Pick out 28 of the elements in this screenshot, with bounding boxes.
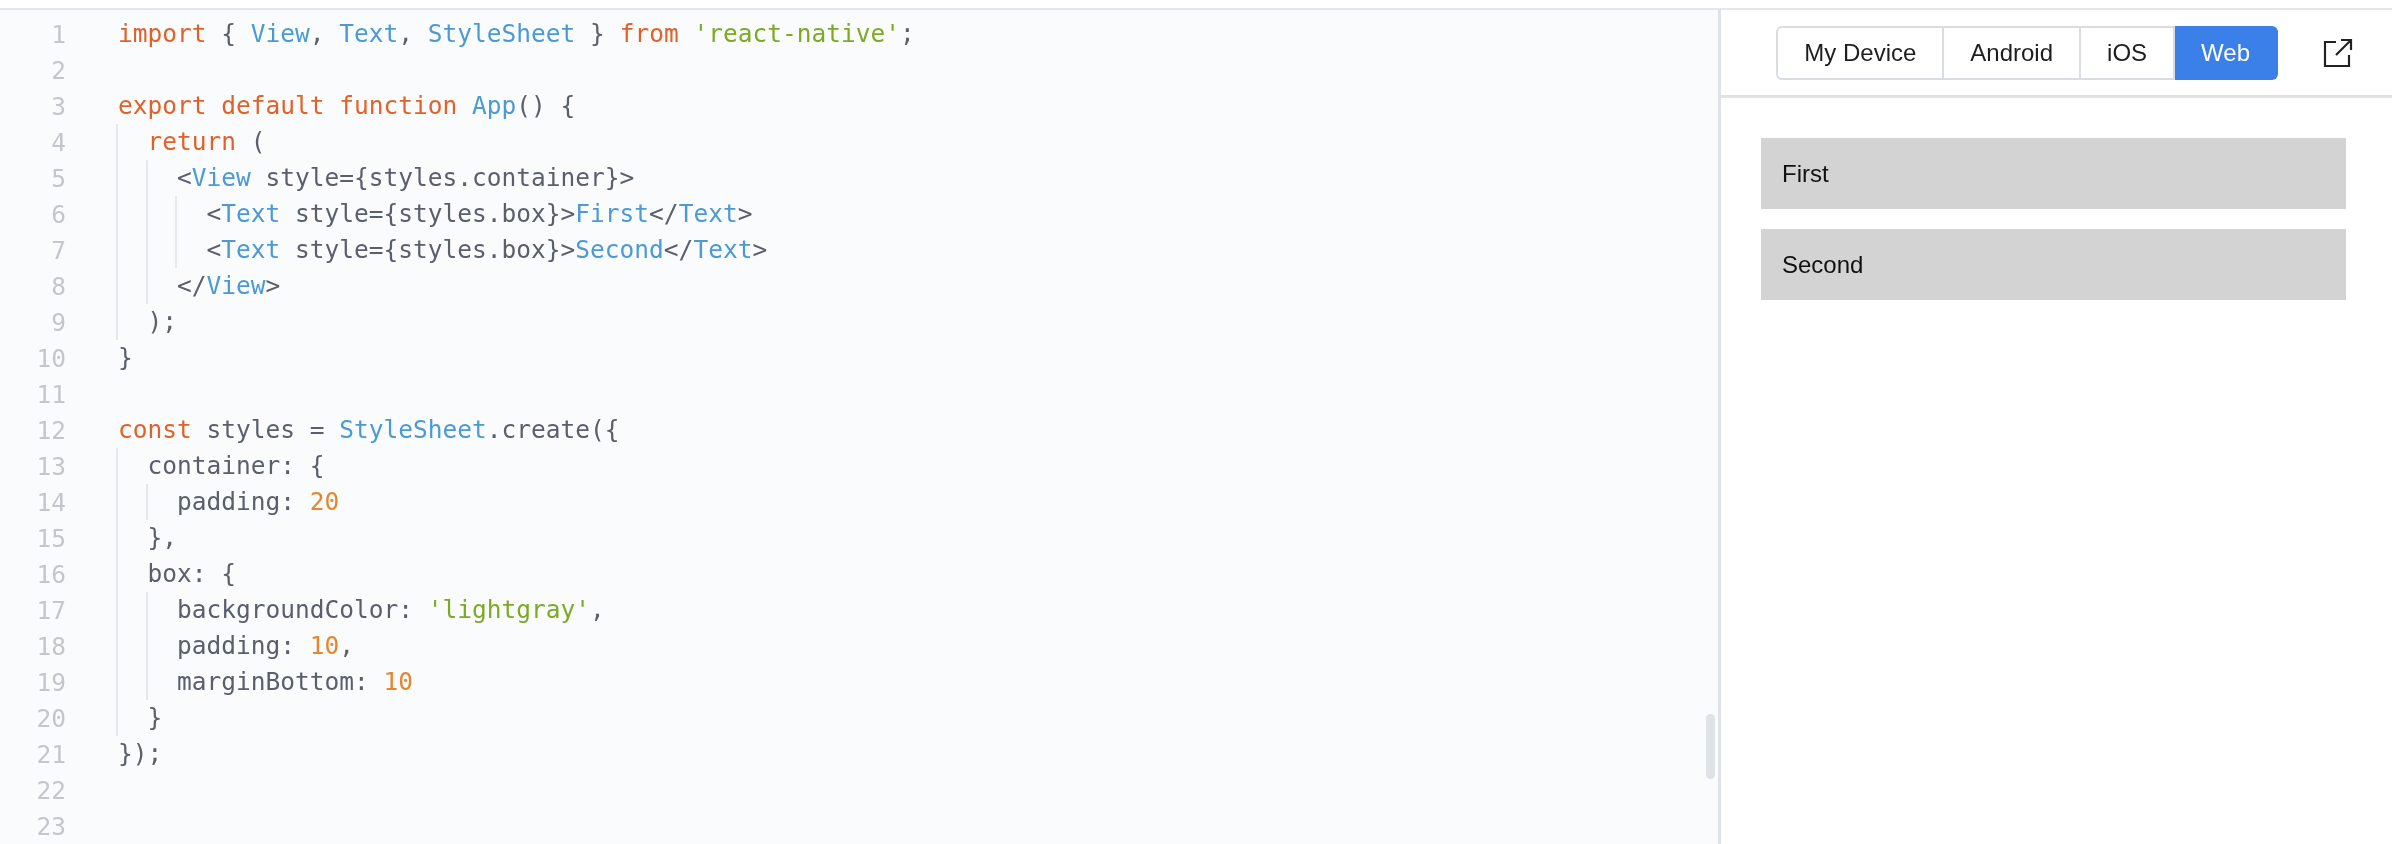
code-line: <Text style={styles.box}>Second</Text> (118, 232, 768, 268)
code-line: import { View, Text, StyleSheet } from 'react-native'; (118, 18, 915, 50)
code-line: padding: 20 (118, 484, 340, 520)
code-line: }, (118, 520, 178, 556)
code-line: } (118, 700, 163, 736)
code-line: marginBottom: 10 (118, 664, 414, 700)
code-line: box: { (118, 556, 237, 592)
code-line: padding: 10, (118, 628, 355, 664)
code-line: }); (118, 738, 163, 770)
code-line: <View style={styles.container}> (118, 160, 635, 196)
code-line: <Text style={styles.box}>First</Text> (118, 196, 753, 232)
code-line: container: { (118, 448, 325, 484)
code-line: backgroundColor: 'lightgray', (118, 592, 605, 628)
code-line: const styles = StyleSheet.create({ (118, 414, 620, 446)
platform-tab[interactable]: Web (2175, 25, 2278, 80)
code-line: ); (118, 304, 178, 340)
platform-tab[interactable]: iOS (2081, 25, 2176, 80)
scrollbar-thumb[interactable] (1706, 714, 1715, 779)
code-line: } (118, 342, 133, 374)
text-box: First (1761, 138, 2346, 209)
code-line: export default function App() { (118, 90, 576, 122)
code-editor[interactable] (0, 10, 1721, 844)
text-box: Second (1761, 229, 2346, 300)
code-line: return ( (118, 124, 266, 160)
platform-tab[interactable]: Android (1944, 25, 2082, 80)
external-link-icon[interactable] (2322, 36, 2354, 69)
platform-tab[interactable]: My Device (1776, 25, 1945, 80)
code-line: </View> (118, 268, 281, 304)
